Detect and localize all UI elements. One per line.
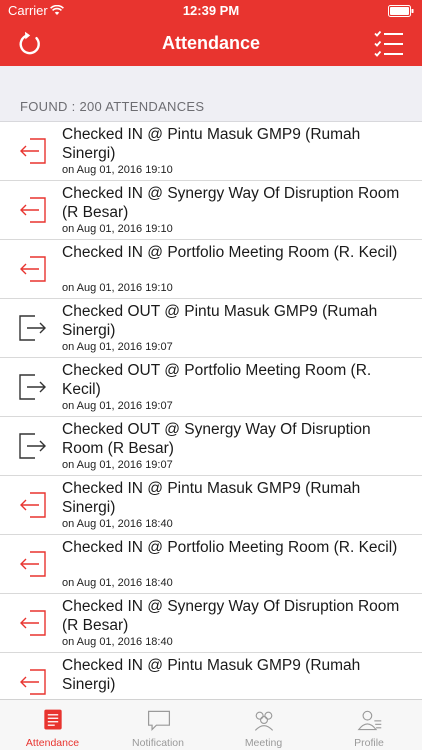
check-out-icon [19, 433, 46, 459]
tab-label: Attendance [25, 737, 80, 749]
attendance-row[interactable]: Checked IN @ Pintu Masuk GMP9 (Rumah Sin… [0, 653, 422, 699]
attendance-timestamp: on Aug 01, 2016 19:07 [62, 341, 173, 353]
tab-notification[interactable]: Notification [106, 700, 211, 751]
tab-meeting[interactable]: Meeting [211, 700, 316, 751]
attendance-title: Checked OUT @ Pintu Masuk GMP9 (Rumah Si… [62, 303, 378, 339]
tab-label: Meeting [244, 737, 283, 749]
attendance-row[interactable]: Checked IN @ Synergy Way Of Disruption R… [0, 594, 422, 653]
attendance-title: Checked IN @ Portfolio Meeting Room (R. … [62, 244, 398, 261]
attendance-timestamp: on Aug 01, 2016 18:40 [62, 636, 173, 648]
battery-icon [388, 5, 414, 17]
attendance-row[interactable]: Checked IN @ Portfolio Meeting Room (R. … [0, 535, 422, 594]
tab-profile[interactable]: Profile [317, 700, 422, 751]
check-in-icon [20, 197, 46, 223]
attendance-title: Checked IN @ Synergy Way Of Disruption R… [62, 598, 400, 634]
status-time: 12:39 PM [182, 3, 240, 18]
attendance-timestamp: on Aug 01, 2016 18:40 [62, 518, 173, 530]
attendance-icon [44, 709, 62, 730]
tab-bar: Attendance Notification Meeting Profile [0, 699, 422, 750]
attendance-title: Checked IN @ Synergy Way Of Disruption R… [62, 185, 400, 221]
page-title: Attendance [161, 33, 260, 53]
attendance-title: Checked IN @ Pintu Masuk GMP9 (Rumah Sin… [62, 126, 361, 162]
meeting-icon [254, 711, 274, 731]
checklist-icon[interactable] [374, 30, 404, 58]
attendance-title: Checked IN @ Pintu Masuk GMP9 (Rumah Sin… [62, 657, 361, 693]
check-out-icon [19, 374, 46, 400]
check-in-icon [20, 256, 46, 282]
check-in-icon [20, 138, 46, 164]
results-count-header: FOUND : 200 ATTENDANCES [0, 66, 422, 122]
profile-icon [357, 710, 381, 731]
attendance-title: Checked OUT @ Synergy Way Of Disruption … [62, 421, 371, 457]
attendance-row[interactable]: Checked OUT @ Synergy Way Of Disruption … [0, 417, 422, 476]
attendance-row[interactable]: Checked OUT @ Pintu Masuk GMP9 (Rumah Si… [0, 299, 422, 358]
attendance-row[interactable]: Checked IN @ Portfolio Meeting Room (R. … [0, 240, 422, 299]
attendance-title: Checked IN @ Pintu Masuk GMP9 (Rumah Sin… [62, 480, 361, 516]
tab-label: Profile [354, 737, 384, 749]
check-in-icon [20, 610, 46, 636]
attendance-timestamp: on Aug 01, 2016 19:07 [62, 459, 173, 471]
attendance-timestamp: on Aug 01, 2016 19:10 [62, 223, 173, 235]
attendance-title: Checked OUT @ Portfolio Meeting Room (R.… [62, 362, 372, 398]
attendance-list[interactable]: Checked IN @ Pintu Masuk GMP9 (Rumah Sin… [0, 122, 422, 699]
nav-header: Carrier 12:39 PM Attendance [0, 0, 422, 66]
results-count-label: FOUND : 200 ATTENDANCES [20, 99, 205, 114]
attendance-row[interactable]: Checked IN @ Synergy Way Of Disruption R… [0, 181, 422, 240]
status-bar: Carrier 12:39 PM [0, 0, 422, 22]
attendance-timestamp: on Aug 01, 2016 19:10 [62, 282, 173, 294]
attendance-row[interactable]: Checked OUT @ Portfolio Meeting Room (R.… [0, 358, 422, 417]
attendance-timestamp: on Aug 01, 2016 19:10 [62, 164, 173, 176]
check-in-icon [20, 551, 46, 577]
attendance-timestamp: on Aug 01, 2016 19:07 [62, 400, 173, 412]
tab-attendance[interactable]: Attendance [0, 700, 105, 751]
notification-icon [147, 710, 170, 731]
check-out-icon [19, 315, 46, 341]
tab-label: Notification [132, 737, 184, 749]
attendance-timestamp: on Aug 01, 2016 18:40 [62, 577, 173, 589]
check-in-icon [20, 492, 46, 518]
attendance-title: Checked IN @ Portfolio Meeting Room (R. … [62, 539, 398, 556]
check-in-icon [20, 669, 46, 695]
attendance-row[interactable]: Checked IN @ Pintu Masuk GMP9 (Rumah Sin… [0, 122, 422, 181]
attendance-row[interactable]: Checked IN @ Pintu Masuk GMP9 (Rumah Sin… [0, 476, 422, 535]
